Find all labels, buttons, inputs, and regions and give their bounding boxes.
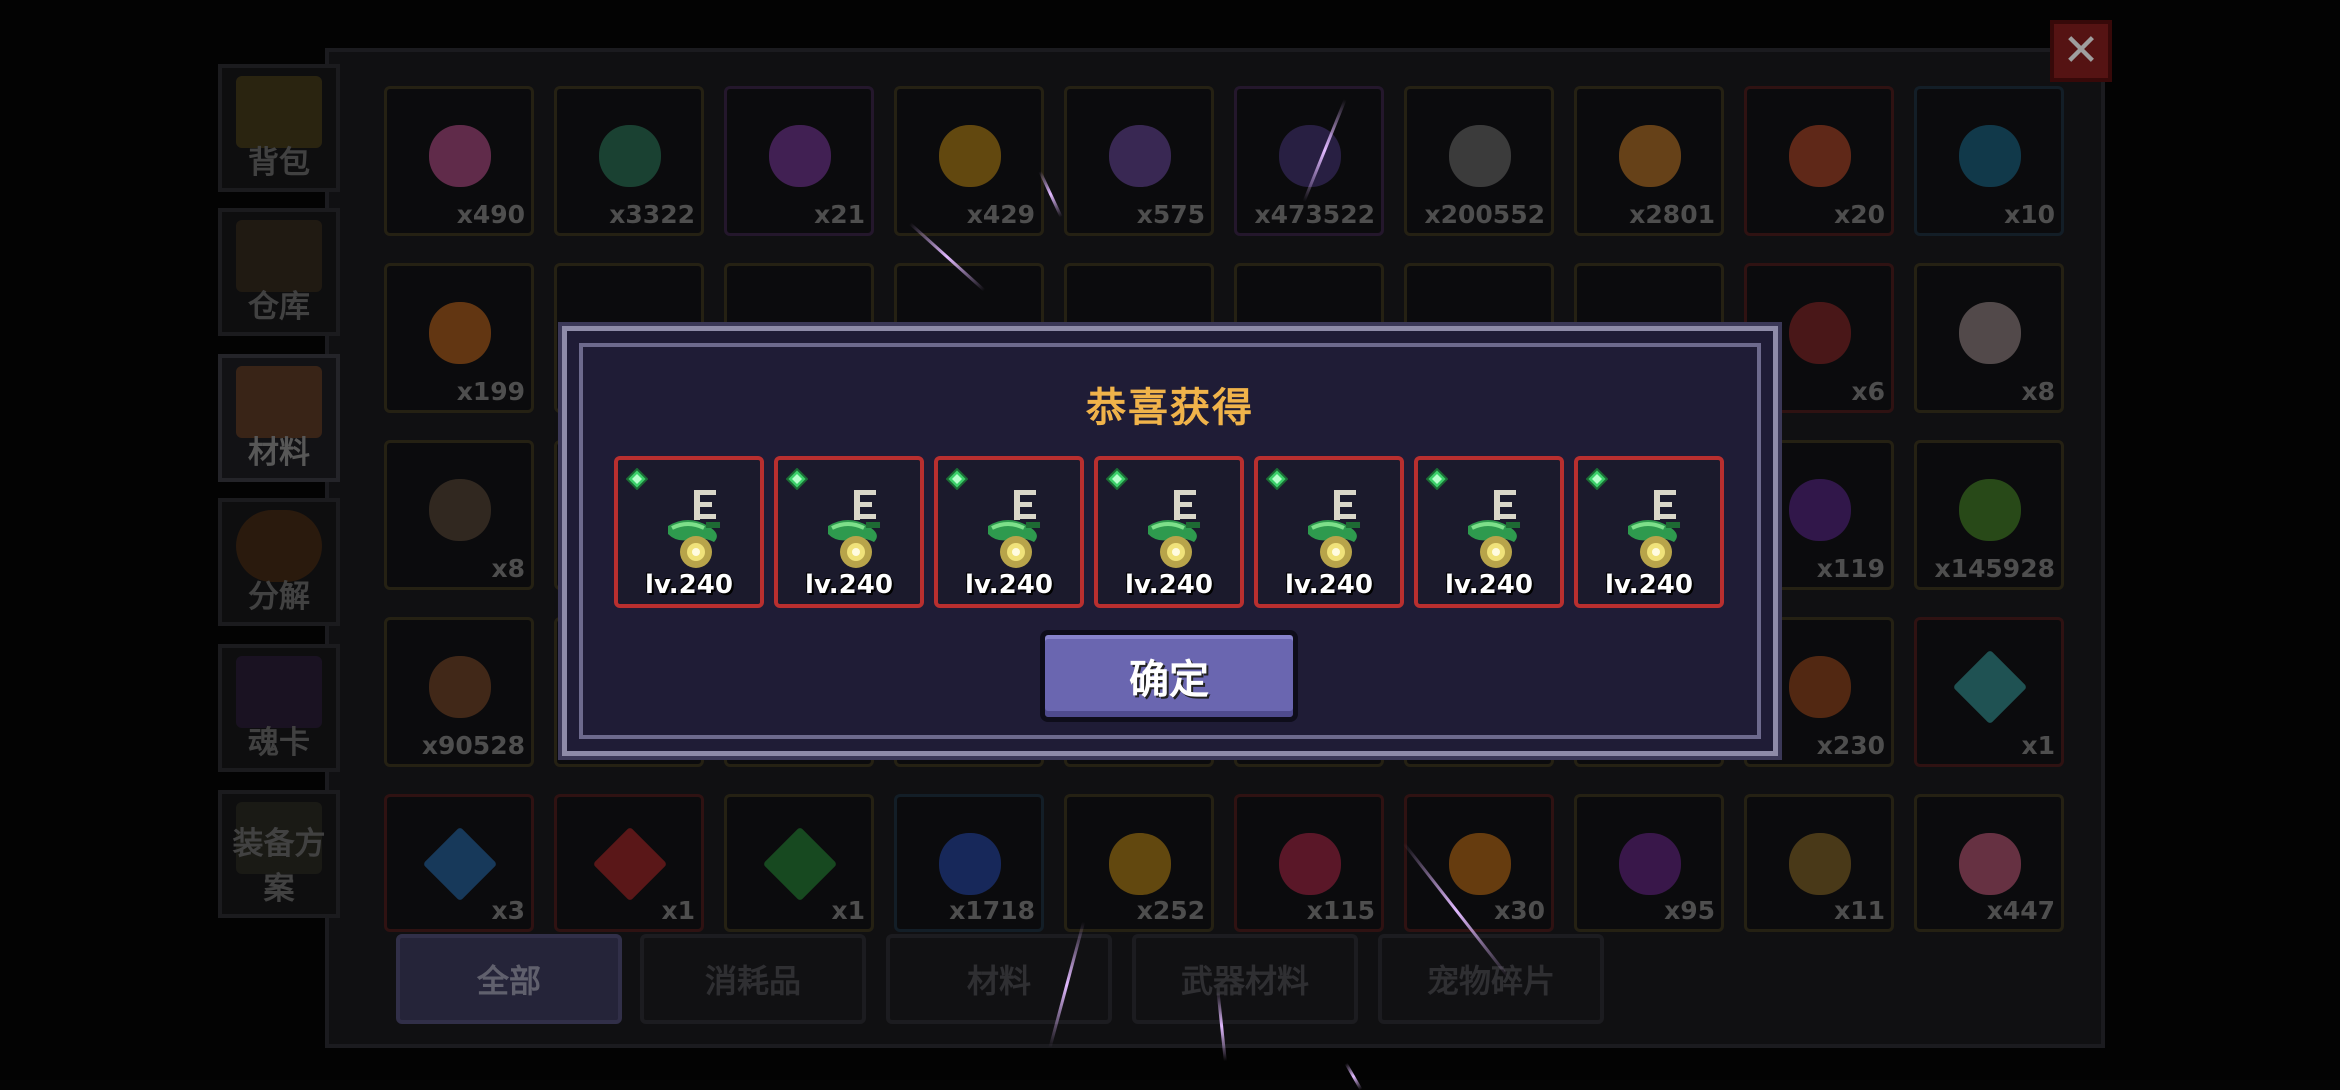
reward-slot[interactable]: lv.240 [1254, 456, 1404, 608]
reward-level: lv.240 [1125, 570, 1213, 600]
serpent-staff-icon [668, 490, 720, 568]
green-gem-icon [626, 468, 648, 490]
green-gem-icon [946, 468, 968, 490]
reward-level: lv.240 [965, 570, 1053, 600]
serpent-staff-icon [1468, 490, 1520, 568]
serpent-staff-icon [1308, 490, 1360, 568]
reward-slot[interactable]: lv.240 [1574, 456, 1724, 608]
reward-slot[interactable]: lv.240 [614, 456, 764, 608]
green-gem-icon [1426, 468, 1448, 490]
reward-slot[interactable]: lv.240 [1094, 456, 1244, 608]
green-gem-icon [786, 468, 808, 490]
green-gem-icon [1106, 468, 1128, 490]
confirm-button[interactable]: 确定 [1040, 630, 1298, 722]
reward-level: lv.240 [1285, 570, 1373, 600]
reward-level: lv.240 [1605, 570, 1693, 600]
dialog-title: 恭喜获得 [1086, 385, 1254, 431]
reward-slot[interactable]: lv.240 [934, 456, 1084, 608]
reward-level: lv.240 [805, 570, 893, 600]
reward-level: lv.240 [1445, 570, 1533, 600]
serpent-staff-icon [1628, 490, 1680, 568]
serpent-staff-icon [988, 490, 1040, 568]
reward-level: lv.240 [645, 570, 733, 600]
green-gem-icon [1266, 468, 1288, 490]
reward-slot[interactable]: lv.240 [1414, 456, 1564, 608]
reward-slot[interactable]: lv.240 [774, 456, 924, 608]
green-gem-icon [1586, 468, 1608, 490]
serpent-staff-icon [828, 490, 880, 568]
serpent-staff-icon [1148, 490, 1200, 568]
